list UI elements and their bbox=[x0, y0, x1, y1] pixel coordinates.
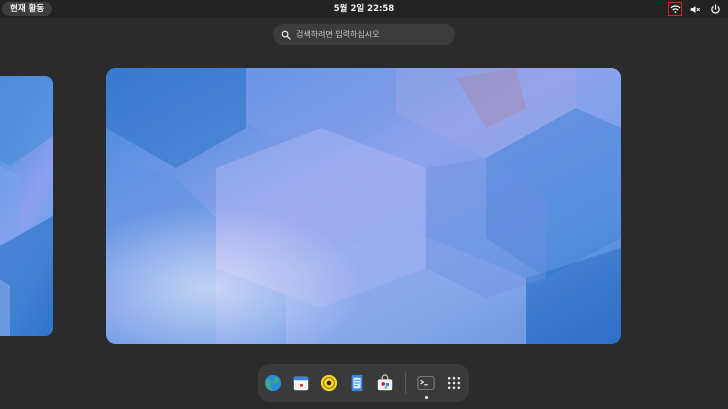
dock-app-software[interactable] bbox=[375, 373, 395, 393]
power-icon[interactable] bbox=[708, 2, 722, 16]
wifi-icon[interactable] bbox=[668, 2, 682, 16]
calendar-icon bbox=[293, 376, 309, 391]
search-input[interactable] bbox=[296, 30, 455, 39]
dock-app-rhythmbox[interactable] bbox=[319, 373, 339, 393]
workspace-thumbnail-previous[interactable] bbox=[0, 76, 53, 336]
dock-app-calendar[interactable] bbox=[291, 373, 311, 393]
dock-app-web-browser[interactable] bbox=[263, 373, 283, 393]
show-apps-button[interactable] bbox=[444, 373, 464, 393]
search-bar[interactable] bbox=[273, 24, 455, 45]
dock-separator bbox=[405, 372, 406, 394]
top-bar: 현재 활동 5월 2일 22:58 bbox=[0, 0, 728, 18]
software-bag-icon bbox=[377, 374, 393, 391]
globe-icon bbox=[264, 374, 282, 392]
dock-app-terminal[interactable] bbox=[416, 373, 436, 399]
overview-screen: 현재 활동 5월 2일 22:58 bbox=[0, 0, 728, 409]
terminal-icon bbox=[417, 376, 435, 390]
dock bbox=[258, 364, 469, 402]
dock-app-text-editor[interactable] bbox=[347, 373, 367, 393]
speaker-muted-icon[interactable] bbox=[688, 2, 702, 16]
workspace-thumbnail-current[interactable] bbox=[106, 68, 621, 344]
document-icon bbox=[351, 374, 363, 392]
music-disc-icon bbox=[320, 374, 338, 392]
search-icon bbox=[281, 30, 291, 40]
system-status-area[interactable] bbox=[668, 0, 722, 18]
running-indicator bbox=[425, 396, 428, 399]
app-grid-icon bbox=[447, 376, 461, 390]
clock[interactable]: 5월 2일 22:58 bbox=[0, 0, 728, 18]
